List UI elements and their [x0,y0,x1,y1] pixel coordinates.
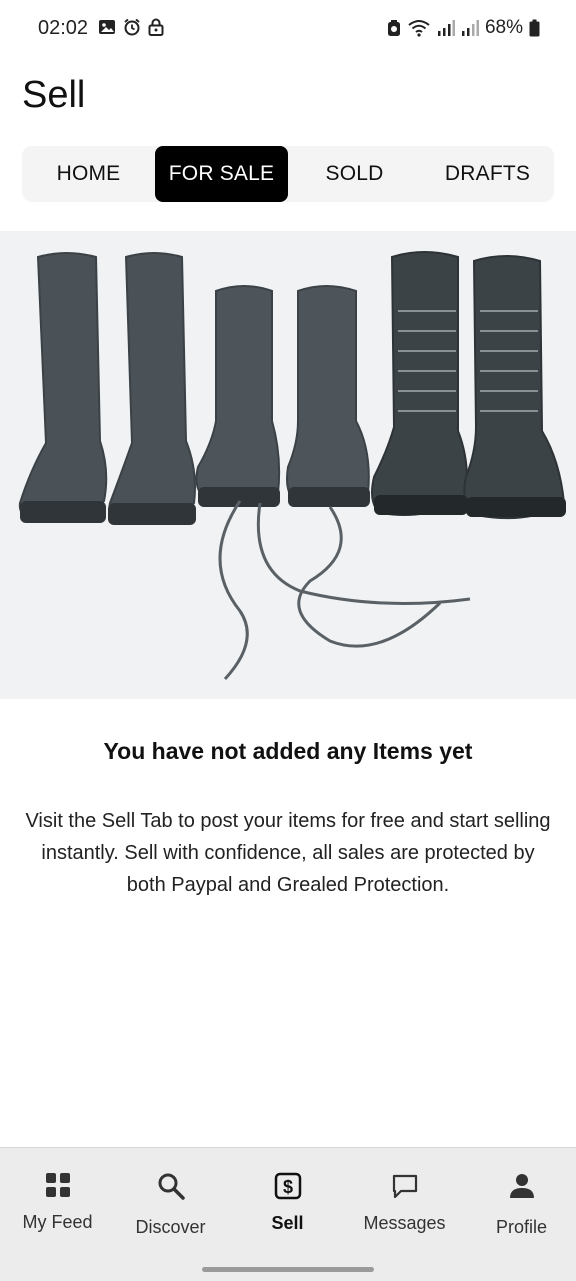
nav-messages[interactable]: Messages [347,1148,462,1258]
tab-drafts[interactable]: DRAFTS [421,146,554,202]
search-icon [158,1173,185,1200]
nav-sell[interactable]: $ Sell [230,1148,345,1258]
battery-percentage: 68% [484,17,523,38]
alarm-icon [124,18,140,36]
dollar-tag-icon: $ [274,1172,301,1200]
nav-label-sell: Sell [271,1213,304,1233]
wifi-icon [408,20,430,37]
status-time: 02:02 [38,17,89,39]
status-bar: 02:02 68% [0,0,576,58]
page-title: Sell [22,74,86,116]
battery-icon [529,19,540,37]
nav-discover[interactable]: Discover [113,1148,228,1258]
tab-for-sale[interactable]: FOR SALE [155,146,288,202]
grid-icon [45,1173,70,1197]
nav-label-messages: Messages [363,1213,446,1233]
nav-my-feed[interactable]: My Feed [0,1148,115,1258]
tab-home[interactable]: HOME [22,146,155,202]
signal-icon [437,20,455,36]
status-notification-icons [98,18,164,36]
hero-image [0,231,576,699]
chat-bubble-icon [392,1174,417,1199]
nav-profile[interactable]: Profile [464,1148,576,1258]
empty-state-message: Visit the Sell Tab to post your items fo… [25,810,551,896]
nav-label-my-feed: My Feed [22,1212,93,1232]
nav-label-discover: Discover [135,1217,206,1237]
nav-label-profile: Profile [495,1217,548,1237]
person-icon [509,1174,534,1198]
gallery-icon [99,20,115,34]
status-system-icons: 68% [387,17,540,39]
tab-bar: HOME FOR SALE SOLD DRAFTS [22,146,554,202]
home-indicator[interactable] [202,1267,374,1272]
empty-state-heading: You have not added any Items yet [103,738,473,764]
bottom-navigation: My Feed Discover $ Sell Messages Profile [0,1147,576,1281]
data-saver-icon [387,20,400,36]
tab-sold[interactable]: SOLD [288,146,421,202]
signal-icon [461,20,479,36]
boots-illustration [0,231,576,699]
lock-icon [148,18,164,36]
svg-text:$: $ [282,1177,292,1197]
